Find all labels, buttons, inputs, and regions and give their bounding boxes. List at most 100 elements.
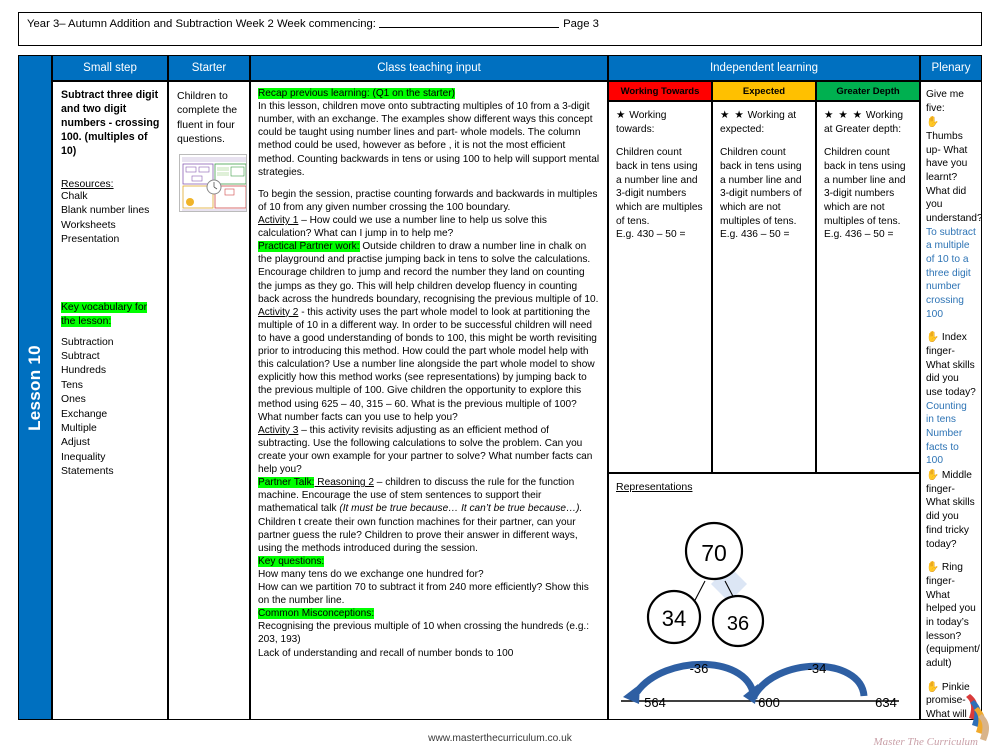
svg-text:564: 564 xyxy=(644,695,666,710)
page-number: Page 3 xyxy=(563,18,599,30)
misconceptions-heading-text: Common Misconceptions: xyxy=(258,608,375,620)
key-vocabulary-heading-text: Key vocabulary for the lesson: xyxy=(61,302,148,328)
column-header-plenary: Plenary xyxy=(920,55,982,81)
lesson-number-label: Lesson 10 xyxy=(25,344,44,431)
activity-3-label: Activity 3 xyxy=(258,424,299,436)
practical-partner-work: Practical Partner work: Outside children… xyxy=(258,240,600,306)
vocab-item: Subtract xyxy=(61,351,100,363)
activity-2-body: - this activity uses the part whole mode… xyxy=(258,306,597,423)
fluent-in-four-worksheet-thumbnail[interactable] xyxy=(179,154,247,213)
vocab-item: Subtraction xyxy=(61,336,114,348)
worksheet-page: Year 3– Autumn Addition and Subtraction … xyxy=(0,0,1000,750)
hand-icon: ✋ xyxy=(926,561,940,574)
level-title-row: ★ ★ Working at expected: xyxy=(720,108,809,136)
hand-icon: ✋ xyxy=(926,331,940,344)
misconception-item: Lack of understanding and recall of numb… xyxy=(258,647,514,659)
activity-2: Activity 2 - this activity uses the part… xyxy=(258,306,600,424)
page-header-banner: Year 3– Autumn Addition and Subtraction … xyxy=(18,12,982,46)
vocab-item: Tens xyxy=(61,379,83,391)
activity-1-label: Activity 1 xyxy=(258,214,299,226)
column-header-starter: Starter xyxy=(168,55,250,81)
plenary-prompt: Ring finger- What helped you in today’s … xyxy=(926,562,980,669)
plenary-cell: Give me five: ✋ Thumbs up- What have you… xyxy=(920,81,982,720)
vocab-item: Adjust xyxy=(61,437,90,449)
vocab-item: Ones xyxy=(61,394,86,406)
lesson-spine: Lesson 10 xyxy=(18,55,52,720)
resources-list: Chalk Blank number lines Worksheets Pres… xyxy=(61,190,160,247)
small-step-cell: Subtract three digit and two digit numbe… xyxy=(52,81,168,720)
hand-icon: ✋ xyxy=(926,469,940,482)
hand-icon: ✋ xyxy=(926,116,940,129)
svg-text:600: 600 xyxy=(758,695,780,710)
vocab-item: Exchange xyxy=(61,408,108,420)
level-header-greater-depth: Greater Depth xyxy=(816,81,920,101)
resource-item: Chalk xyxy=(61,190,88,202)
svg-text:36: 36 xyxy=(727,613,749,635)
star-icon: ★ xyxy=(616,109,627,121)
vocab-item: Multiple xyxy=(61,422,97,434)
svg-text:70: 70 xyxy=(701,540,727,566)
practical-partner-work-heading: Practical Partner work: xyxy=(258,241,360,253)
logo-wordmark: Master The Curriculum xyxy=(873,736,979,748)
activity-2-label: Activity 2 xyxy=(258,306,299,318)
level-cell-expected: ★ ★ Working at expected: Children count … xyxy=(712,101,816,473)
level-example: E.g. 436 – 50 = xyxy=(824,229,894,241)
key-question: How many tens do we exchange one hundred… xyxy=(258,568,484,580)
recap-body: In this lesson, children move onto subtr… xyxy=(258,101,600,178)
svg-text:-36: -36 xyxy=(690,661,709,676)
level-body: Children count back in tens using a numb… xyxy=(720,147,802,227)
level-body: Children count back in tens using a numb… xyxy=(616,147,703,227)
reasoning-label: Reasoning 2 xyxy=(314,477,374,489)
teaching-body: Recap previous learning: (Q1 on the star… xyxy=(251,82,607,665)
plenary-heading: Give me five: xyxy=(926,89,964,114)
reasoning-tail: Children t create their own function mac… xyxy=(258,516,578,554)
key-questions-heading-text: Key questions: xyxy=(258,555,325,567)
column-header-teaching: Class teaching input xyxy=(250,55,608,81)
plenary-prompt: Middle finger- What skills did you find … xyxy=(926,470,975,550)
begin-session-body: To begin the session, practise counting … xyxy=(258,188,598,213)
resource-item: Presentation xyxy=(61,233,120,245)
footer-url[interactable]: www.masterthecurriculum.co.uk xyxy=(0,733,1000,744)
star-icon: ★ ★ ★ xyxy=(824,109,864,121)
plenary-item: ✋ Index finger- What skills did you use … xyxy=(926,330,977,399)
activity-1: Activity 1 – How could we use a number l… xyxy=(258,214,600,240)
partner-talk: Partner Talk: Reasoning 2 – children to … xyxy=(258,476,600,555)
key-vocabulary-list: Subtraction Subtract Hundreds Tens Ones … xyxy=(61,336,160,480)
level-header-working-towards: Working Towards xyxy=(608,81,712,101)
level-example: E.g. 430 – 50 = xyxy=(616,229,686,241)
plenary-item: ✋ Middle finger- What skills did you fin… xyxy=(926,468,977,551)
plenary-answer: Counting in tens Number facts to 100 xyxy=(926,400,967,467)
key-vocabulary-heading: Key vocabulary for the lesson: xyxy=(61,301,160,328)
activity-3: Activity 3 – this activity revisits adju… xyxy=(258,424,600,476)
key-question: How can we partition 70 to subtract it f… xyxy=(258,582,589,607)
plenary-body: Give me five: ✋ Thumbs up- What have you… xyxy=(921,82,981,719)
activity-3-body: – this activity revisits adjusting as an… xyxy=(258,424,593,476)
level-cell-greater-depth: ★ ★ ★ Working at Greater depth: Children… xyxy=(816,101,920,473)
plenary-item: ✋ Thumbs up- What have you learnt? What … xyxy=(926,115,981,225)
misconceptions-heading: Common Misconceptions: xyxy=(258,607,600,620)
vocab-item: Statements xyxy=(61,465,114,477)
vocab-item: Hundreds xyxy=(61,365,107,377)
lesson-plan-table: Lesson 10 Small step Starter Class teach… xyxy=(18,55,982,720)
level-example: E.g. 436 – 50 = xyxy=(720,229,790,241)
representations-diagram: 70 34 36 -36 -34 564 600 634 xyxy=(621,521,899,710)
column-header-independent: Independent learning xyxy=(608,55,920,81)
misconception-item: Recognising the previous multiple of 10 … xyxy=(258,621,590,646)
svg-text:-34: -34 xyxy=(808,661,827,676)
vocab-item: Inequality xyxy=(61,451,106,463)
plenary-item: ✋ Ring finger- What helped you in today’… xyxy=(926,560,980,670)
key-questions-heading: Key questions: xyxy=(258,555,600,568)
starter-cell: Children to complete the fluent in four … xyxy=(168,81,250,720)
stem-sentences-italic: (It must be true because… It can’t be tr… xyxy=(339,503,583,515)
column-header-small-step: Small step xyxy=(52,55,168,81)
plenary-answer: To subtract a multiple of 10 to a three … xyxy=(926,226,976,320)
level-body: Children count back in tens using a numb… xyxy=(824,147,906,227)
small-step-title: Subtract three digit and two digit numbe… xyxy=(61,89,160,157)
star-icon: ★ ★ xyxy=(720,109,745,121)
partner-talk-heading: Partner Talk: xyxy=(258,477,315,489)
page-number-wrap: Page 3 xyxy=(19,18,983,30)
svg-text:34: 34 xyxy=(662,606,686,631)
class-teaching-input-cell: Recap previous learning: (Q1 on the star… xyxy=(250,81,608,720)
recap-heading-text: Recap previous learning: (Q1 on the star… xyxy=(258,88,455,99)
resource-item: Worksheets xyxy=(61,219,116,231)
